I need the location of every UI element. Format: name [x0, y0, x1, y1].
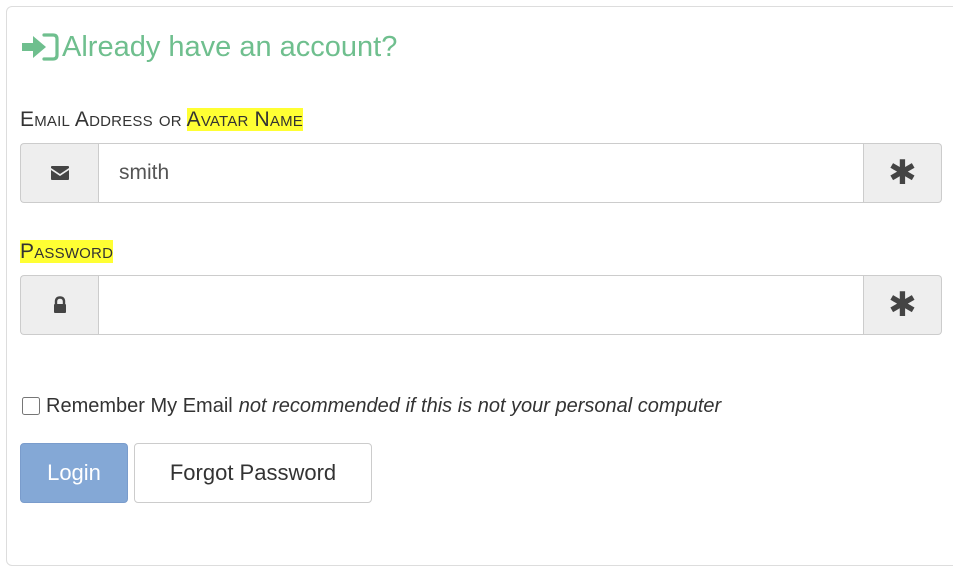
email-input[interactable]	[98, 143, 864, 203]
password-input-group: ✱	[20, 275, 942, 335]
forgot-password-button[interactable]: Forgot Password	[134, 443, 372, 503]
email-required-addon[interactable]: ✱	[864, 143, 942, 203]
email-label: Email Address or Avatar Name	[20, 108, 304, 132]
email-input-group: ✱	[20, 143, 942, 203]
login-heading-text: Already have an account?	[62, 30, 398, 63]
remember-email-label: Remember My Email	[46, 394, 233, 417]
envelope-icon	[50, 166, 69, 180]
remember-email-checkbox[interactable]	[22, 397, 40, 415]
password-label: Password	[20, 240, 114, 264]
login-button[interactable]: Login	[20, 443, 128, 503]
lock-icon	[53, 296, 66, 313]
password-addon	[20, 275, 98, 335]
asterisk-icon: ✱	[888, 286, 917, 324]
email-addon	[20, 143, 98, 203]
remember-email-row[interactable]: Remember My Email not recommended if thi…	[22, 392, 721, 420]
password-input[interactable]	[98, 275, 864, 335]
remember-email-note: not recommended if this is not your pers…	[238, 394, 722, 417]
sign-in-icon	[22, 33, 59, 61]
password-label-text: Password	[20, 240, 114, 263]
avatar-name-label-text: Avatar Name	[186, 108, 304, 131]
password-required-addon[interactable]: ✱	[864, 275, 942, 335]
email-label-text: Email Address or	[20, 108, 187, 131]
asterisk-icon: ✱	[888, 154, 917, 192]
login-heading: Already have an account?	[20, 30, 397, 64]
